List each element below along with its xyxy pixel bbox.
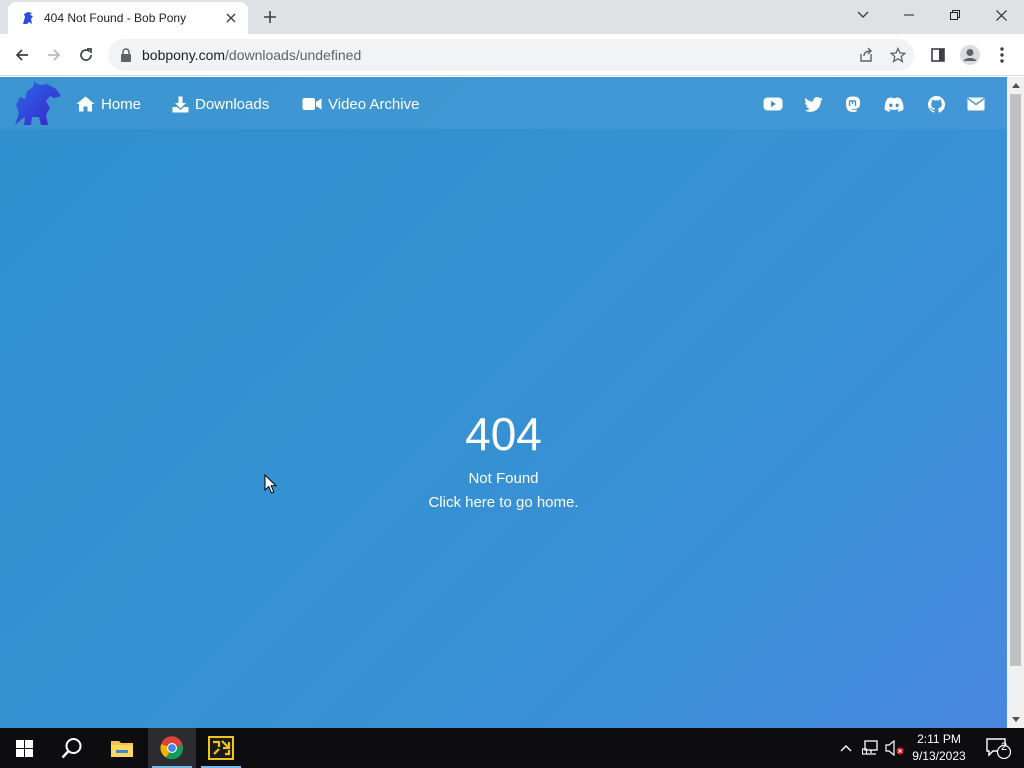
reload-icon[interactable] xyxy=(72,41,100,69)
mail-icon[interactable] xyxy=(966,94,986,114)
chrome-taskbar-icon[interactable] xyxy=(148,728,196,768)
browser-tab[interactable]: 404 Not Found - Bob Pony xyxy=(8,2,248,34)
nav-home[interactable]: Home xyxy=(76,94,141,114)
nav-downloads-label: Downloads xyxy=(195,95,270,113)
bob-pony-favicon-icon xyxy=(23,12,33,24)
restore-icon[interactable] xyxy=(932,0,978,30)
discord-icon[interactable] xyxy=(884,94,904,114)
tab-close-icon[interactable] xyxy=(222,9,240,27)
go-home-link-text[interactable]: Click here to go home. xyxy=(428,494,578,511)
twitter-icon[interactable] xyxy=(804,94,824,114)
site-navbar: Home Downloads Video Archive xyxy=(0,77,1007,129)
lock-icon[interactable] xyxy=(120,48,132,62)
browser-toolbar: bobpony.com/downloads/undefined xyxy=(0,34,1024,76)
system-clock[interactable]: 2:11 PM 9/13/2023 xyxy=(902,731,976,765)
show-hidden-icons-chevron-icon[interactable] xyxy=(836,728,856,768)
chrome-menu-icon[interactable] xyxy=(988,41,1016,69)
error-code: 404 xyxy=(465,408,542,460)
url-text[interactable]: bobpony.com/downloads/undefined xyxy=(142,47,361,63)
minimize-icon[interactable] xyxy=(886,0,932,30)
url-path: /downloads/undefined xyxy=(225,47,362,63)
browser-tab-strip: 404 Not Found - Bob Pony xyxy=(0,0,1024,34)
search-icon[interactable] xyxy=(48,728,96,768)
forward-icon[interactable] xyxy=(40,41,68,69)
app-taskbar-icon[interactable] xyxy=(197,728,245,768)
bob-pony-logo-icon[interactable] xyxy=(10,79,66,129)
bookmark-star-icon[interactable] xyxy=(886,43,910,67)
page-scrollbar[interactable] xyxy=(1007,77,1024,728)
scrollbar-thumb[interactable] xyxy=(1010,94,1021,666)
video-camera-icon xyxy=(302,98,322,110)
windows-taskbar: 2:11 PM 9/13/2023 2 xyxy=(0,728,1024,768)
nav-video-archive-label: Video Archive xyxy=(328,95,420,113)
tab-title: 404 Not Found - Bob Pony xyxy=(44,11,187,25)
url-domain: bobpony.com xyxy=(142,47,226,63)
side-panel-icon[interactable] xyxy=(924,41,952,69)
clock-time: 2:11 PM xyxy=(917,732,961,746)
clock-date: 9/13/2023 xyxy=(912,749,966,763)
address-bar[interactable]: bobpony.com/downloads/undefined xyxy=(108,39,914,71)
mastodon-icon[interactable] xyxy=(843,94,863,114)
home-icon xyxy=(76,96,95,112)
tab-search-chevron-icon[interactable] xyxy=(840,0,886,30)
network-icon[interactable] xyxy=(860,728,882,768)
new-tab-icon[interactable] xyxy=(258,6,282,28)
youtube-icon[interactable] xyxy=(763,94,783,114)
back-icon[interactable] xyxy=(8,41,36,69)
notification-count-badge: 2 xyxy=(1000,741,1008,753)
go-home-link: Click here to go home. xyxy=(0,494,1007,511)
scroll-down-arrow-icon[interactable] xyxy=(1007,711,1024,728)
download-icon xyxy=(172,96,189,112)
profile-avatar-icon[interactable] xyxy=(956,41,984,69)
action-center-icon[interactable]: 2 xyxy=(978,728,1018,768)
mouse-cursor-icon xyxy=(264,474,278,494)
github-icon[interactable] xyxy=(926,94,946,114)
page-viewport: Home Downloads Video Archive 404 Not Fou… xyxy=(0,77,1007,728)
nav-downloads[interactable]: Downloads xyxy=(172,94,269,114)
close-window-icon[interactable] xyxy=(978,0,1024,30)
nav-home-label: Home xyxy=(101,95,142,113)
windows-start-icon[interactable] xyxy=(0,728,48,768)
nav-video-archive[interactable]: Video Archive xyxy=(302,94,419,114)
file-explorer-icon[interactable] xyxy=(98,728,146,768)
error-message: Not Found xyxy=(468,470,539,487)
share-icon[interactable] xyxy=(854,43,878,67)
scroll-up-arrow-icon[interactable] xyxy=(1007,77,1024,94)
